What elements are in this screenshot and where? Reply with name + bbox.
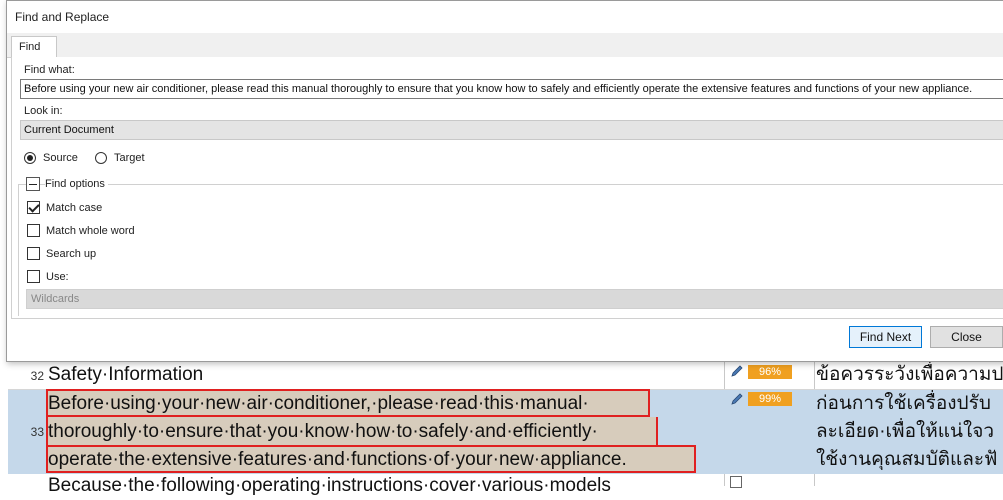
target-segment[interactable]: ข้อควรระวังเพื่อความป xyxy=(816,361,1003,389)
match-case-checkbox[interactable] xyxy=(27,201,40,214)
close-button[interactable]: Close xyxy=(930,326,1003,348)
wildcards-select: Wildcards xyxy=(26,289,1003,309)
find-next-button[interactable]: Find Next xyxy=(849,326,922,348)
source-segment-line[interactable]: operate·the·extensive·features·and·funct… xyxy=(48,447,627,473)
look-in-label: Look in: xyxy=(24,105,63,117)
match-whole-word-label: Match whole word xyxy=(46,225,135,237)
match-case-label: Match case xyxy=(46,202,103,214)
tab-strip: Find xyxy=(7,33,1003,59)
look-in-select[interactable]: Current Document xyxy=(20,120,1003,140)
search-up-label: Search up xyxy=(46,248,97,260)
target-radio-label: Target xyxy=(114,152,145,164)
target-segment-line[interactable]: ใช้งานคุณสมบัติและฟั xyxy=(816,446,1003,474)
target-radio[interactable] xyxy=(95,152,107,164)
source-segment-line[interactable]: thoroughly·to·ensure·that·you·know·how·t… xyxy=(48,419,598,445)
pencil-icon xyxy=(731,365,743,377)
match-badge: 96% xyxy=(748,365,792,379)
tab-find[interactable]: Find xyxy=(11,36,57,59)
pencil-icon xyxy=(731,393,743,405)
use-checkbox[interactable] xyxy=(27,270,40,283)
collapse-toggle-icon[interactable] xyxy=(26,177,40,191)
find-what-label: Find what: xyxy=(24,64,75,76)
row-number: 32 xyxy=(30,369,44,383)
dialog-title: Find and Replace xyxy=(15,10,110,24)
source-radio[interactable] xyxy=(24,152,36,164)
source-segment-line[interactable]: Before·using·your·new·air·conditioner,·p… xyxy=(48,391,589,417)
find-options-label: Find options xyxy=(45,178,108,190)
source-segment[interactable]: Safety·Information xyxy=(48,361,724,389)
document-icon xyxy=(730,476,742,488)
match-whole-word-checkbox[interactable] xyxy=(27,224,40,237)
dialog-titlebar[interactable]: Find and Replace xyxy=(7,1,1003,33)
match-badge: 99% xyxy=(748,392,792,406)
source-segment[interactable]: Because·the·following·operating·instruct… xyxy=(48,472,724,500)
search-up-checkbox[interactable] xyxy=(27,247,40,260)
source-radio-label: Source xyxy=(43,152,78,164)
find-what-input[interactable]: Before using your new air conditioner, p… xyxy=(20,79,1003,99)
use-label: Use: xyxy=(46,271,69,283)
row-number: 33 xyxy=(30,425,44,439)
target-segment-line[interactable]: ละเอียด·เพื่อให้แน่ใจว xyxy=(816,418,1003,446)
target-segment-line[interactable]: ก่อนการใช้เครื่องปรับ xyxy=(816,390,1003,418)
